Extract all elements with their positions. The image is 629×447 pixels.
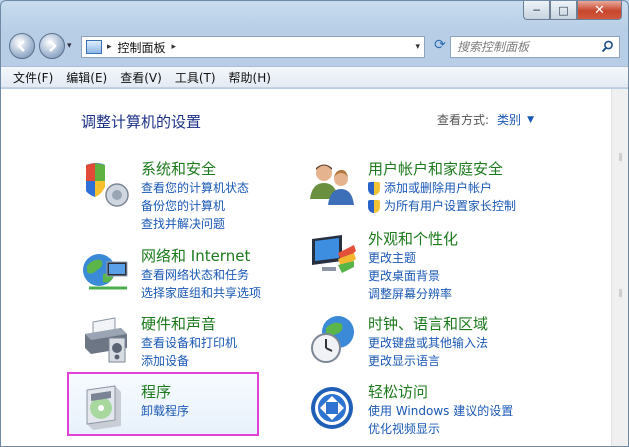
monitor-palette-icon[interactable] xyxy=(308,229,358,279)
category-text: 系统和安全 查看您的计算机状态 备份您的计算机 查找并解决问题 xyxy=(141,159,249,233)
menu-help[interactable]: 帮助(H) xyxy=(229,69,271,86)
breadcrumb-control-panel[interactable]: 控制面板 xyxy=(118,39,166,56)
page-title: 调整计算机的设置 xyxy=(81,113,202,131)
content-pane: 调整计算机的设置 查看方式: 类别 ▼ 系统和安全 查看您的计算机状态 备份您的… xyxy=(1,89,628,446)
link-add-remove-accounts[interactable]: 添加或删除用户帐户 xyxy=(368,179,516,197)
refresh-button[interactable]: ⟳ xyxy=(429,37,451,57)
category-title[interactable]: 程序 xyxy=(141,382,189,402)
search-input[interactable] xyxy=(457,40,597,54)
menu-edit[interactable]: 编辑(E) xyxy=(66,69,107,86)
category-title[interactable]: 用户帐户和家庭安全 xyxy=(368,159,516,179)
scroll-marker xyxy=(619,153,622,161)
forward-button[interactable] xyxy=(39,33,65,59)
search-box[interactable] xyxy=(450,36,620,58)
link-label: 为所有用户设置家长控制 xyxy=(384,199,517,213)
category-title[interactable]: 网络和 Internet xyxy=(141,246,261,266)
programs-icon[interactable] xyxy=(81,382,131,432)
link-devices-printers[interactable]: 查看设备和打印机 xyxy=(141,334,237,352)
chevron-down-icon[interactable]: ▼ xyxy=(527,115,534,125)
search-icon[interactable] xyxy=(601,40,614,53)
address-bar[interactable]: ▸ 控制面板 ▸ ▾ xyxy=(81,36,425,58)
recent-pages-dropdown[interactable]: ▾ xyxy=(67,41,72,51)
navigation-bar: ▾ ▸ 控制面板 ▸ ▾ ⟳ xyxy=(9,31,620,61)
network-globe-icon[interactable] xyxy=(81,246,131,296)
category-text: 网络和 Internet 查看网络状态和任务 选择家庭组和共享选项 xyxy=(141,246,261,302)
link-label: 添加或删除用户帐户 xyxy=(384,181,493,195)
view-by-control: 查看方式: 类别 ▼ xyxy=(437,111,534,128)
category-title[interactable]: 轻松访问 xyxy=(368,382,513,402)
vertical-scrollbar[interactable] xyxy=(611,89,628,446)
menu-bar: 文件(F) 编辑(E) 查看(V) 工具(T) 帮助(H) xyxy=(1,66,628,88)
clock-globe-icon[interactable] xyxy=(308,314,358,364)
category-title[interactable]: 外观和个性化 xyxy=(368,229,458,249)
scroll-marker xyxy=(619,289,622,297)
link-troubleshoot[interactable]: 查找并解决问题 xyxy=(141,215,249,233)
link-add-device[interactable]: 添加设备 xyxy=(141,352,237,370)
link-backup-computer[interactable]: 备份您的计算机 xyxy=(141,197,249,215)
link-optimize-display[interactable]: 优化视频显示 xyxy=(368,420,513,438)
category-text: 硬件和声音 查看设备和打印机 添加设备 xyxy=(141,314,237,370)
link-screen-resolution[interactable]: 调整屏幕分辨率 xyxy=(368,285,458,303)
menu-view[interactable]: 查看(V) xyxy=(120,69,162,86)
link-keyboard-input[interactable]: 更改键盘或其他输入法 xyxy=(368,334,488,352)
link-change-theme[interactable]: 更改主题 xyxy=(368,249,458,267)
link-view-computer-status[interactable]: 查看您的计算机状态 xyxy=(141,179,249,197)
category-title[interactable]: 硬件和声音 xyxy=(141,314,237,334)
printer-icon[interactable] xyxy=(81,314,131,364)
breadcrumb-separator[interactable]: ▸ xyxy=(172,42,177,52)
category-text: 时钟、语言和区域 更改键盘或其他输入法 更改显示语言 xyxy=(368,314,488,370)
category-text: 外观和个性化 更改主题 更改桌面背景 调整屏幕分辨率 xyxy=(368,229,458,303)
link-homegroup-sharing[interactable]: 选择家庭组和共享选项 xyxy=(141,284,261,302)
uac-shield-icon xyxy=(368,199,380,213)
caption-buttons: ─ □ ✕ xyxy=(523,1,622,22)
back-button[interactable] xyxy=(9,33,35,59)
control-panel-window: ─ □ ✕ ▾ ▸ 控制面板 ▸ ▾ ⟳ 文件(F) 编辑(E) xyxy=(0,0,629,447)
menu-file[interactable]: 文件(F) xyxy=(13,69,53,86)
users-icon[interactable] xyxy=(308,159,358,209)
security-shield-icon[interactable] xyxy=(81,159,131,209)
link-parental-controls[interactable]: 为所有用户设置家长控制 xyxy=(368,197,516,215)
menu-tools[interactable]: 工具(T) xyxy=(175,69,216,86)
address-dropdown[interactable]: ▾ xyxy=(415,42,420,52)
link-desktop-background[interactable]: 更改桌面背景 xyxy=(368,267,458,285)
maximize-button[interactable]: □ xyxy=(550,1,577,20)
category-text: 轻松访问 使用 Windows 建议的设置 优化视频显示 xyxy=(368,382,513,438)
close-button[interactable]: ✕ xyxy=(577,1,622,20)
category-title[interactable]: 时钟、语言和区域 xyxy=(368,314,488,334)
back-arrow-icon xyxy=(17,40,25,52)
view-by-label: 查看方式: xyxy=(437,113,490,127)
link-recommended-settings[interactable]: 使用 Windows 建议的设置 xyxy=(368,402,513,420)
link-network-status[interactable]: 查看网络状态和任务 xyxy=(141,266,261,284)
category-text: 程序 卸载程序 xyxy=(141,382,189,420)
forward-arrow-icon xyxy=(49,40,57,52)
category-title[interactable]: 系统和安全 xyxy=(141,159,249,179)
link-display-language[interactable]: 更改显示语言 xyxy=(368,352,488,370)
link-uninstall-program[interactable]: 卸载程序 xyxy=(141,402,189,420)
control-panel-icon xyxy=(86,40,102,54)
uac-shield-icon xyxy=(368,181,380,195)
category-text: 用户帐户和家庭安全 添加或删除用户帐户 为所有用户设置家长控制 xyxy=(368,159,516,215)
breadcrumb-separator[interactable]: ▸ xyxy=(107,42,112,52)
ease-of-access-icon[interactable] xyxy=(308,382,358,432)
minimize-button[interactable]: ─ xyxy=(523,1,550,20)
view-by-value[interactable]: 类别 xyxy=(497,111,521,128)
